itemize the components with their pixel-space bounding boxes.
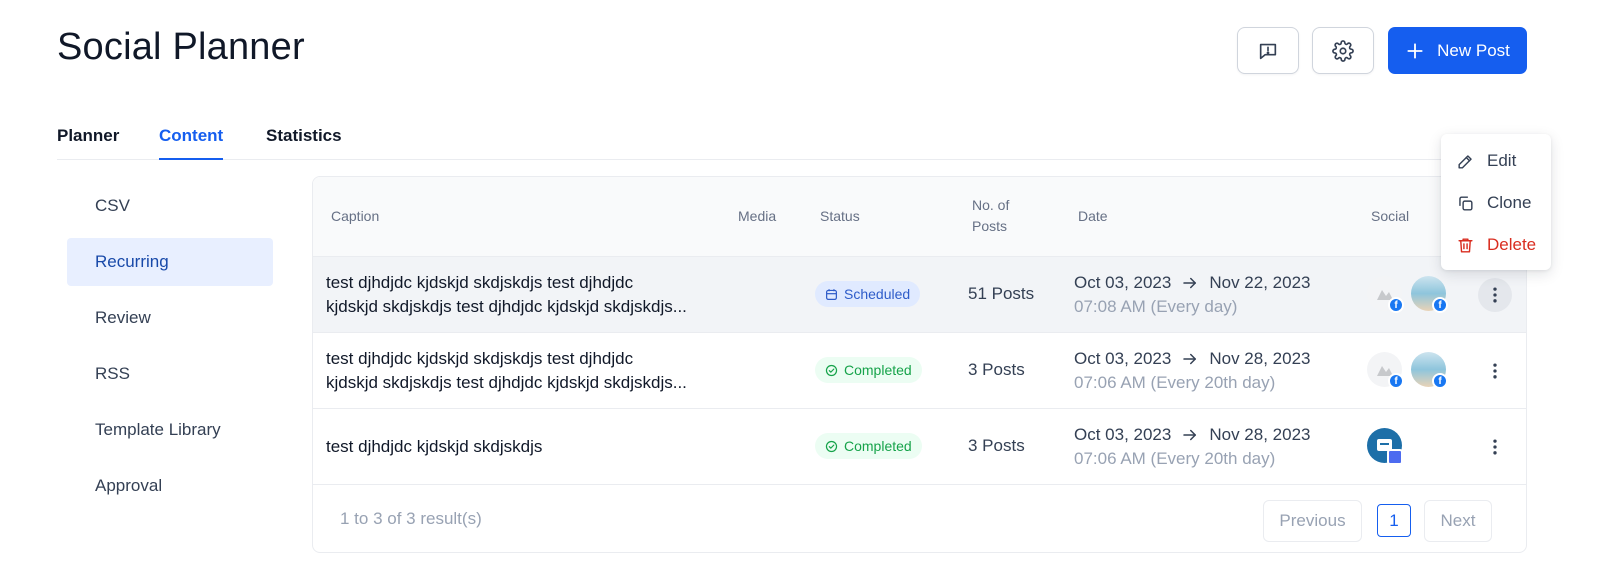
date-range: Oct 03, 2023 Nov 22, 2023 (1074, 271, 1310, 295)
feedback-icon (1259, 43, 1277, 59)
row-caption: test djhdjdc kjdskjd skdjskdjs (326, 435, 716, 459)
row-actions-button[interactable] (1478, 278, 1512, 312)
status-label: Completed (844, 362, 912, 378)
tab-planner[interactable]: Planner (57, 126, 119, 158)
date-cell: Oct 03, 2023 Nov 28, 2023 07:06 AM (Ever… (1074, 347, 1310, 395)
arrow-right-icon (1183, 429, 1197, 441)
caption-line: test djhdjdc kjdskjd skdjskdjs test djhd… (326, 349, 634, 368)
status-badge: Completed (815, 433, 922, 459)
column-posts-line1: No. of (972, 197, 1010, 213)
row-actions-button[interactable] (1478, 354, 1512, 388)
facebook-icon: f (1432, 297, 1448, 313)
sidebar-item-rss[interactable]: RSS (67, 350, 273, 398)
page-title: Social Planner (57, 26, 305, 68)
date-start: Oct 03, 2023 (1074, 425, 1172, 444)
previous-page-button[interactable]: Previous (1263, 500, 1362, 542)
facebook-icon: f (1388, 297, 1404, 313)
sidebar-item-approval[interactable]: Approval (67, 462, 273, 510)
menu-item-label: Clone (1487, 193, 1532, 212)
date-cell: Oct 03, 2023 Nov 22, 2023 07:08 AM (Ever… (1074, 271, 1310, 319)
tab-bar: Planner Content Statistics (57, 120, 1527, 160)
column-social: Social (1371, 208, 1410, 224)
row-actions-button[interactable] (1478, 430, 1512, 464)
new-post-button[interactable]: New Post (1388, 27, 1527, 74)
recurring-posts-table: Caption Media Status No. of Posts Date S… (312, 176, 1527, 553)
posts-count: 3 Posts (968, 436, 1025, 455)
caption-line: kjdskjd skdjskdjs test djhdjdc kjdskjd s… (326, 373, 687, 392)
column-caption: Caption (331, 208, 380, 224)
sidebar-item-csv[interactable]: CSV (67, 182, 273, 230)
pencil-icon (1458, 154, 1472, 169)
page-1-button[interactable]: 1 (1377, 504, 1411, 537)
settings-button[interactable] (1312, 27, 1374, 74)
status-badge: Completed (815, 357, 922, 383)
sidebar-item-recurring[interactable]: Recurring (67, 238, 273, 286)
more-vertical-icon (1493, 439, 1497, 455)
tab-content[interactable]: Content (159, 126, 224, 160)
row-caption: test djhdjdc kjdskjd skdjskdjs test djhd… (326, 271, 716, 319)
result-count: 1 to 3 of 3 result(s) (340, 509, 482, 528)
date-end: Nov 28, 2023 (1209, 425, 1311, 444)
date-start: Oct 03, 2023 (1074, 273, 1172, 292)
trash-icon (1458, 237, 1473, 253)
feedback-button[interactable] (1237, 27, 1299, 74)
date-end: Nov 22, 2023 (1209, 273, 1311, 292)
table-row[interactable]: test djhdjdc kjdskjd skdjskdjs test djhd… (313, 257, 1526, 333)
table-row[interactable]: test djhdjdc kjdskjd skdjskdjs test djhd… (313, 333, 1526, 409)
menu-item-delete[interactable]: Delete (1441, 224, 1551, 266)
row-context-menu: Edit Clone Delete (1441, 134, 1551, 270)
posts-count: 51 Posts (968, 284, 1035, 303)
menu-item-edit[interactable]: Edit (1441, 140, 1551, 182)
check-circle-icon (825, 440, 838, 452)
status-label: Completed (844, 438, 912, 454)
table-footer: 1 to 3 of 3 result(s) Previous 1 Next (313, 486, 1526, 552)
copy-icon (1459, 195, 1473, 211)
column-posts-line2: Posts (972, 218, 1008, 234)
table-header: Caption Media Status No. of Posts Date S… (313, 177, 1526, 257)
column-status: Status (820, 208, 860, 224)
sidebar-item-template-library[interactable]: Template Library (67, 406, 273, 454)
business-page-icon (1387, 449, 1403, 465)
caption-line: kjdskjd skdjskdjs test djhdjdc kjdskjd s… (326, 297, 687, 316)
caption-line: test djhdjdc kjdskjd skdjskdjs (326, 437, 543, 456)
check-circle-icon (825, 364, 838, 376)
tab-statistics[interactable]: Statistics (266, 126, 342, 158)
next-page-button[interactable]: Next (1424, 500, 1492, 542)
date-recurrence: 07:06 AM (Every 20th day) (1074, 449, 1276, 468)
date-recurrence: 07:08 AM (Every day) (1074, 297, 1238, 316)
gear-icon (1332, 39, 1354, 62)
sidebar: CSV Recurring Review RSS Template Librar… (67, 182, 273, 518)
facebook-icon: f (1388, 373, 1404, 389)
new-post-label: New Post (1437, 40, 1510, 60)
facebook-icon: f (1432, 373, 1448, 389)
column-date: Date (1078, 208, 1108, 224)
date-cell: Oct 03, 2023 Nov 28, 2023 07:06 AM (Ever… (1074, 423, 1310, 471)
status-label: Scheduled (844, 286, 911, 302)
column-media: Media (738, 208, 777, 224)
date-start: Oct 03, 2023 (1074, 349, 1172, 368)
sidebar-item-review[interactable]: Review (67, 294, 273, 342)
date-range: Oct 03, 2023 Nov 28, 2023 (1074, 423, 1310, 447)
menu-item-label: Delete (1487, 235, 1537, 254)
menu-item-label: Edit (1487, 151, 1517, 170)
date-recurrence: 07:06 AM (Every 20th day) (1074, 373, 1276, 392)
more-vertical-icon (1493, 363, 1497, 379)
caption-line: test djhdjdc kjdskjd skdjskdjs test djhd… (326, 273, 634, 292)
date-end: Nov 28, 2023 (1209, 349, 1311, 368)
column-posts: No. of Posts (972, 195, 1009, 237)
date-range: Oct 03, 2023 Nov 28, 2023 (1074, 347, 1310, 371)
row-caption: test djhdjdc kjdskjd skdjskdjs test djhd… (326, 347, 716, 395)
menu-item-clone[interactable]: Clone (1441, 182, 1551, 224)
calendar-icon (826, 288, 837, 300)
posts-count: 3 Posts (968, 360, 1025, 379)
more-vertical-icon (1493, 287, 1497, 303)
arrow-right-icon (1183, 277, 1197, 289)
arrow-right-icon (1183, 353, 1197, 365)
plus-icon (1407, 42, 1423, 59)
status-badge: Scheduled (815, 281, 921, 307)
table-row[interactable]: test djhdjdc kjdskjd skdjskdjs Completed… (313, 409, 1526, 485)
